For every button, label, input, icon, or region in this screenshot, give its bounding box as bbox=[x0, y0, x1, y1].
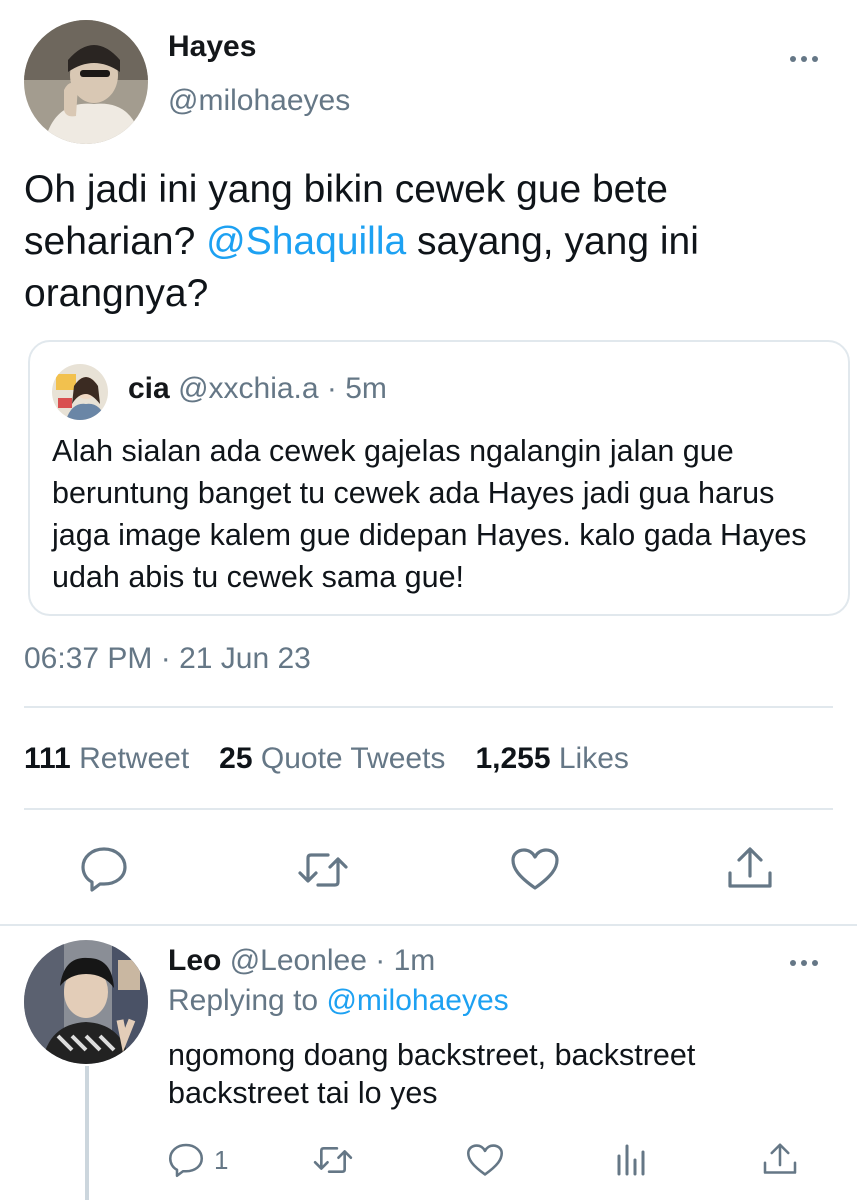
reply-reply-button[interactable]: 1 bbox=[168, 1142, 228, 1178]
reply-analytics-button[interactable] bbox=[614, 1142, 648, 1176]
retweet-stat[interactable]: 111 Retweet bbox=[24, 742, 189, 775]
reply-handle[interactable]: @Leonlee bbox=[230, 944, 367, 977]
reply-button[interactable] bbox=[80, 846, 128, 892]
share-icon bbox=[763, 1143, 797, 1174]
replying-to: Replying to @milohaeyes bbox=[168, 984, 509, 1018]
likes-count: 1,255 bbox=[475, 742, 551, 775]
quote-count: 25 bbox=[219, 742, 253, 775]
reply-text: ngomong doang backstreet, backstreet bac… bbox=[168, 1038, 696, 1110]
retweet-button[interactable] bbox=[296, 850, 350, 890]
like-icon bbox=[511, 848, 559, 890]
retweet-icon bbox=[313, 1147, 353, 1173]
reply-share-button[interactable] bbox=[762, 1142, 798, 1176]
analytics-icon bbox=[617, 1144, 645, 1176]
reply-icon bbox=[81, 847, 127, 892]
replying-to-link[interactable]: @milohaeyes bbox=[326, 984, 508, 1017]
more-options-icon[interactable] bbox=[790, 52, 824, 66]
reply-icon bbox=[168, 1143, 204, 1178]
likes-label: Likes bbox=[558, 742, 629, 775]
likes-stat[interactable]: 1,255 Likes bbox=[475, 742, 628, 775]
thread-line bbox=[85, 1066, 89, 1200]
author-avatar-image bbox=[24, 20, 148, 144]
tweet-text: Oh jadi ini yang bikin cewek gue bete se… bbox=[24, 164, 824, 320]
reply-author-avatar-image bbox=[24, 940, 148, 1064]
reply-time: · 1m bbox=[375, 944, 436, 977]
thread-divider bbox=[0, 924, 857, 926]
reply-like-button[interactable] bbox=[466, 1143, 504, 1177]
quoted-author-avatar-image bbox=[52, 364, 108, 420]
share-icon bbox=[728, 847, 772, 888]
quoted-handle: @xxchia.a bbox=[178, 372, 319, 405]
like-icon bbox=[466, 1144, 504, 1176]
mention-link[interactable]: @Shaquilla bbox=[206, 220, 406, 263]
quoted-tweet-card[interactable]: cia @xxchia.a · 5m Alah sialan ada cewek… bbox=[28, 340, 850, 616]
like-button[interactable] bbox=[510, 847, 560, 891]
quoted-time: · 5m bbox=[326, 372, 387, 405]
reply-more-options-icon[interactable] bbox=[790, 956, 824, 970]
retweet-icon bbox=[298, 853, 348, 887]
reply-display-name[interactable]: Leo bbox=[168, 944, 221, 977]
quoted-header: cia @xxchia.a · 5m bbox=[128, 372, 387, 406]
quote-stat[interactable]: 25 Quote Tweets bbox=[219, 742, 445, 775]
retweet-count: 111 bbox=[24, 742, 71, 775]
reply-retweet-button[interactable] bbox=[312, 1144, 354, 1176]
retweet-label: Retweet bbox=[79, 742, 190, 775]
author-display-name[interactable]: Hayes bbox=[168, 30, 256, 64]
divider bbox=[24, 706, 833, 708]
reply-author-avatar[interactable] bbox=[24, 940, 148, 1064]
author-handle[interactable]: @milohaeyes bbox=[168, 84, 350, 118]
quoted-display-name: cia bbox=[128, 372, 170, 405]
reply-header: Leo @Leonlee · 1m bbox=[168, 944, 435, 978]
author-avatar[interactable] bbox=[24, 20, 148, 144]
share-button[interactable] bbox=[726, 846, 774, 890]
tweet-stats: 111 Retweet 25 Quote Tweets 1,255 Likes bbox=[24, 742, 629, 776]
tweet-timestamp[interactable]: 06:37 PM · 21 Jun 23 bbox=[24, 642, 311, 676]
replying-to-prefix: Replying to bbox=[168, 984, 319, 1017]
quoted-text: Alah sialan ada cewek gajelas ngalangin … bbox=[52, 434, 807, 594]
quote-label: Quote Tweets bbox=[260, 742, 446, 775]
quoted-author-avatar bbox=[52, 364, 108, 420]
divider bbox=[24, 808, 833, 810]
reply-reply-count: 1 bbox=[214, 1144, 229, 1175]
